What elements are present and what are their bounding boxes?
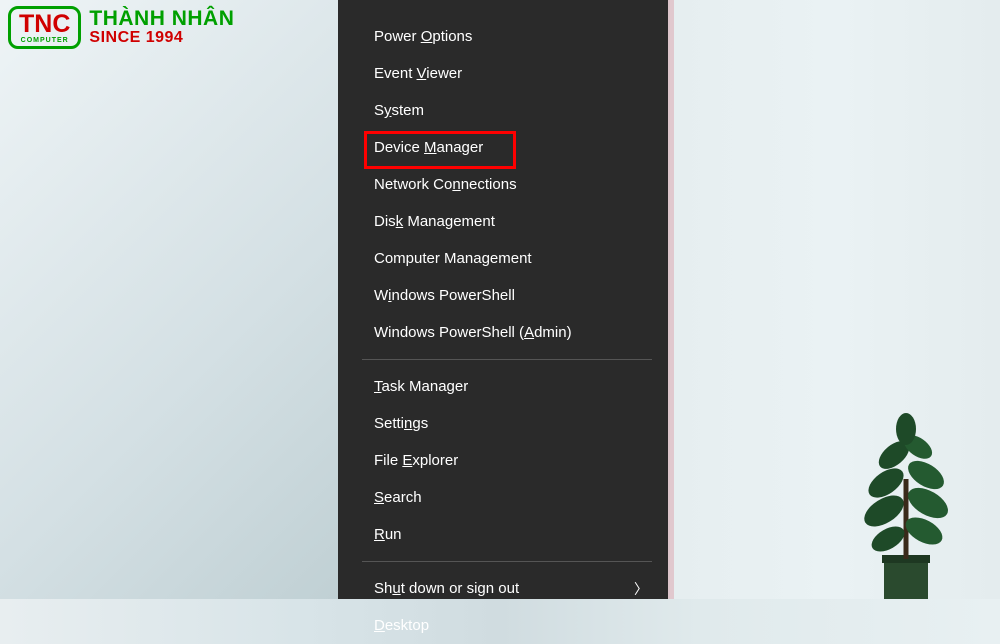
background-wall-left [0,0,340,599]
logo-computer-text: COMPUTER [21,37,69,44]
menu-settings[interactable]: Settings [338,405,668,442]
winx-context-menu: Power Options Event Viewer System Device… [338,0,668,599]
menu-label: Shut down or sign out [374,580,519,597]
menu-windows-powershell-admin[interactable]: Windows PowerShell (Admin) [338,314,668,351]
chevron-right-icon: 〉 [634,579,648,599]
menu-label: Task Manager [374,378,468,395]
menu-network-connections[interactable]: Network Connections [338,166,668,203]
logo-text-block: THÀNH NHÂN SINCE 1994 [89,8,234,47]
logo-tnc-text: TNC [19,12,70,37]
menu-file-explorer[interactable]: File Explorer [338,442,668,479]
plant-decoration-icon [826,399,986,599]
menu-label: Power Options [374,28,472,45]
menu-windows-powershell[interactable]: Windows PowerShell [338,277,668,314]
menu-device-manager[interactable]: Device Manager [338,129,668,166]
background-edge-strip [668,0,674,599]
menu-search[interactable]: Search [338,479,668,516]
menu-label: Device Manager [374,139,483,156]
menu-label: Disk Management [374,213,495,230]
menu-separator [362,561,652,562]
logo-since-text: SINCE 1994 [89,30,234,47]
logo-watermark: TNC COMPUTER THÀNH NHÂN SINCE 1994 [8,6,234,49]
menu-event-viewer[interactable]: Event Viewer [338,55,668,92]
menu-label: Computer Management [374,250,532,267]
menu-label: Network Connections [374,176,517,193]
menu-label: Windows PowerShell (Admin) [374,324,572,341]
menu-power-options[interactable]: Power Options [338,18,668,55]
logo-box: TNC COMPUTER [8,6,81,49]
menu-shutdown-signout[interactable]: Shut down or sign out 〉 [338,570,668,607]
menu-label: Search [374,489,422,506]
menu-disk-management[interactable]: Disk Management [338,203,668,240]
menu-run[interactable]: Run [338,516,668,553]
menu-computer-management[interactable]: Computer Management [338,240,668,277]
menu-label: Desktop [374,617,429,634]
menu-label: Settings [374,415,428,432]
menu-task-manager[interactable]: Task Manager [338,368,668,405]
menu-system[interactable]: System [338,92,668,129]
menu-desktop[interactable]: Desktop [338,607,668,644]
menu-label: Windows PowerShell [374,287,515,304]
menu-label: Run [374,526,402,543]
menu-label: File Explorer [374,452,458,469]
logo-brand-text: THÀNH NHÂN [89,8,234,30]
menu-label: System [374,102,424,119]
menu-label: Event Viewer [374,65,462,82]
menu-separator [362,359,652,360]
